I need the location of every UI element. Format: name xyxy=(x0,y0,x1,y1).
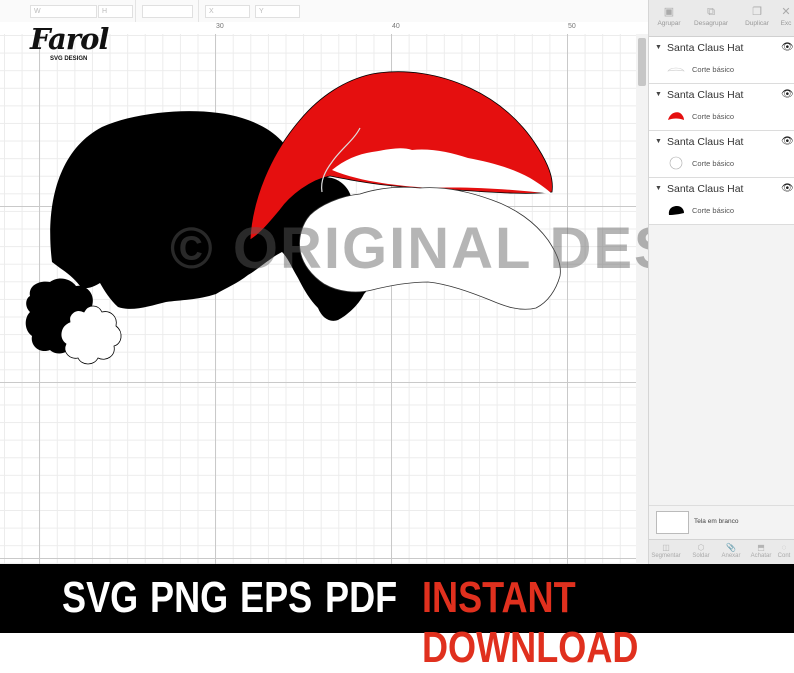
logo-main-text: Farol xyxy=(30,22,109,56)
slice-label: Segmentar xyxy=(651,553,681,559)
duplicate-icon: ❐ xyxy=(752,6,762,18)
format-png: PNG xyxy=(150,573,229,622)
promo-banner: SVG PNG EPS PDF INSTANT DOWNLOAD xyxy=(0,564,794,672)
duplicate-label: Duplicar xyxy=(745,20,769,27)
layer-operation: Corte básico xyxy=(692,206,735,215)
instant-download-text: INSTANT DOWNLOAD xyxy=(422,573,639,672)
blank-canvas-row[interactable]: Tela em branco xyxy=(649,505,794,540)
group-label: Agrupar xyxy=(657,20,681,27)
contour-icon: ◌ xyxy=(781,543,787,552)
santa-hat-artwork[interactable] xyxy=(0,0,648,564)
weld-button[interactable]: ⬡ Soldar xyxy=(685,543,717,559)
duplicate-button[interactable]: ❐ Duplicar xyxy=(739,6,775,27)
brand-logo: Farol SVG DESIGN xyxy=(30,22,109,66)
layer-title: Santa Claus Hat xyxy=(667,42,744,54)
layer-operation: Corte básico xyxy=(692,112,735,121)
ungroup-icon: ⧉ xyxy=(707,6,715,18)
red-hat-thumbnail-icon xyxy=(668,112,684,120)
layer-item[interactable]: ▼ Santa Claus Hat 👁 Corte básico xyxy=(649,84,794,131)
layer-title: Santa Claus Hat xyxy=(667,183,744,195)
white-ball-thumbnail-icon xyxy=(669,156,683,170)
black-hat-thumbnail-icon xyxy=(668,206,684,215)
blank-canvas-label: Tela em branco xyxy=(694,518,739,525)
layer-item[interactable]: ▼ Santa Claus Hat 👁 Corte básico xyxy=(649,178,794,225)
flatten-label: Achatar xyxy=(750,553,772,559)
attach-icon: 📎 xyxy=(726,543,736,552)
layers-panel: ▣ Agrupar ⧉ Desagrupar ❐ Duplicar ✕ Exc … xyxy=(648,0,794,565)
eye-icon[interactable]: 👁 xyxy=(781,183,794,194)
delete-label: Exc xyxy=(780,20,792,27)
panel-bottom-toolbar: ◫ Segmentar ⬡ Soldar 📎 Anexar ⬒ Achatar … xyxy=(649,539,794,565)
slice-button[interactable]: ◫ Segmentar xyxy=(650,543,682,559)
group-button[interactable]: ▣ Agrupar xyxy=(651,6,687,27)
eye-icon[interactable]: 👁 xyxy=(781,136,794,147)
slice-icon: ◫ xyxy=(662,543,670,552)
group-icon: ▣ xyxy=(663,6,675,18)
layer-item[interactable]: ▼ Santa Claus Hat 👁 Corte básico xyxy=(649,131,794,178)
blank-canvas-swatch[interactable] xyxy=(656,511,689,534)
eye-icon[interactable]: 👁 xyxy=(781,89,794,100)
logo-sub-text: SVG DESIGN xyxy=(50,56,88,62)
delete-button[interactable]: ✕ Exc xyxy=(775,6,794,27)
contour-button[interactable]: ◌ Cont xyxy=(773,543,794,559)
weld-icon: ⬡ xyxy=(697,543,705,552)
layer-operation: Corte básico xyxy=(692,65,735,74)
collapse-caret-icon[interactable]: ▼ xyxy=(655,185,662,192)
collapse-caret-icon[interactable]: ▼ xyxy=(655,91,662,98)
ungroup-label: Desagrupar xyxy=(694,20,728,27)
layer-title: Santa Claus Hat xyxy=(667,136,744,148)
collapse-caret-icon[interactable]: ▼ xyxy=(655,138,662,145)
contour-label: Cont xyxy=(777,553,791,559)
delete-icon: ✕ xyxy=(781,6,791,18)
attach-label: Anexar xyxy=(721,553,741,559)
layer-item[interactable]: ▼ Santa Claus Hat 👁 Corte básico xyxy=(649,37,794,84)
layer-title: Santa Claus Hat xyxy=(667,89,744,101)
format-svg: SVG xyxy=(62,573,139,622)
white-brim-thumbnail-icon xyxy=(667,67,685,72)
eye-icon[interactable]: 👁 xyxy=(781,42,794,53)
format-pdf: PDF xyxy=(325,573,398,622)
panel-toolbar: ▣ Agrupar ⧉ Desagrupar ❐ Duplicar ✕ Exc xyxy=(649,0,794,37)
format-eps: EPS xyxy=(240,573,313,622)
ungroup-button[interactable]: ⧉ Desagrupar xyxy=(693,6,729,27)
attach-button[interactable]: 📎 Anexar xyxy=(715,543,747,559)
collapse-caret-icon[interactable]: ▼ xyxy=(655,44,662,51)
layer-operation: Corte básico xyxy=(692,159,735,168)
weld-label: Soldar xyxy=(692,553,710,559)
